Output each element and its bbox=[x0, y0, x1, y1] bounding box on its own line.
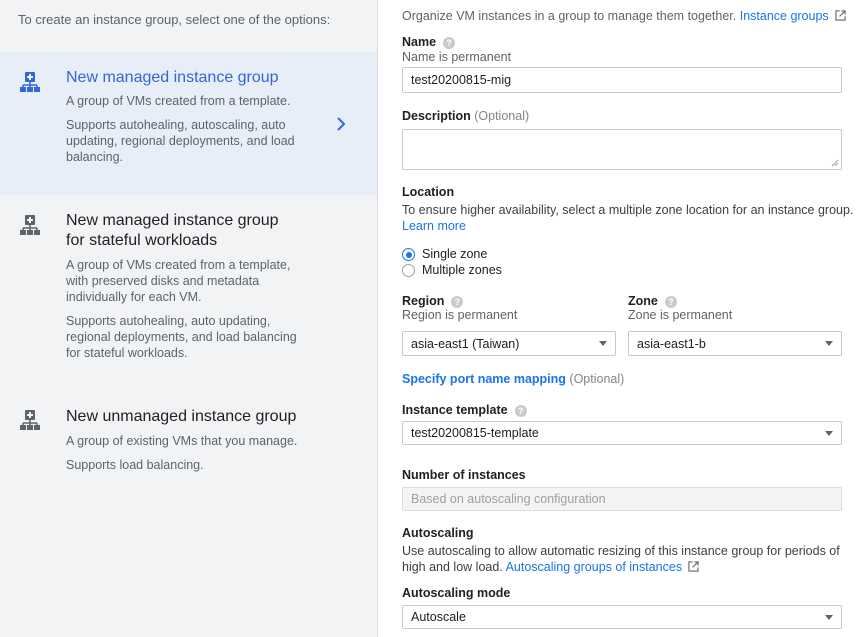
region-select[interactable]: asia-east1 (Taiwan) bbox=[402, 331, 616, 356]
option-title: New managed instance group bbox=[66, 69, 279, 86]
option-description: A group of VMs created from a template, … bbox=[66, 258, 291, 304]
instance-template-label: Instance template? bbox=[402, 403, 527, 417]
dropdown-arrow-icon bbox=[825, 430, 833, 436]
option-title: New managed instance group for stateful … bbox=[66, 212, 279, 249]
instance-group-icon bbox=[20, 215, 40, 235]
num-instances-label: Number of instances bbox=[402, 468, 526, 482]
option-features: Supports autohealing, auto updating, reg… bbox=[66, 314, 297, 360]
help-icon[interactable]: ? bbox=[451, 295, 464, 308]
options-panel: To create an instance group, select one … bbox=[0, 0, 378, 637]
autoscaling-mode-select[interactable]: Autoscale bbox=[402, 605, 842, 629]
option-new-managed-instance-group[interactable]: New managed instance group A group of VM… bbox=[0, 52, 377, 195]
single-zone-radio[interactable] bbox=[402, 248, 415, 261]
location-label: Location bbox=[402, 185, 455, 199]
num-instances-input: Based on autoscaling configuration bbox=[402, 487, 842, 511]
port-mapping-link[interactable]: Specify port name mapping bbox=[402, 372, 566, 386]
name-hint: Name is permanent bbox=[402, 50, 512, 64]
region-label: Region? bbox=[402, 294, 464, 308]
learn-more-link[interactable]: Learn more bbox=[402, 219, 466, 233]
resize-handle-icon[interactable] bbox=[831, 159, 839, 167]
port-mapping-row: Specify port name mapping (Optional) bbox=[402, 372, 625, 386]
instance-group-icon bbox=[20, 72, 40, 92]
external-link-icon bbox=[835, 10, 846, 21]
autoscaling-groups-link[interactable]: Autoscaling groups of instances bbox=[506, 560, 683, 574]
option-description: A group of VMs created from a template. bbox=[66, 94, 291, 108]
option-unmanaged-instance-group[interactable]: New unmanaged instance group A group of … bbox=[0, 390, 377, 490]
create-instance-group-form: Organize VM instances in a group to mana… bbox=[378, 0, 859, 637]
zone-label: Zone? bbox=[628, 294, 677, 308]
help-icon[interactable]: ? bbox=[664, 295, 677, 308]
description-label: Description (Optional) bbox=[402, 109, 530, 123]
option-features: Supports load balancing. bbox=[66, 458, 204, 472]
autoscaling-mode-label: Autoscaling mode bbox=[402, 586, 511, 600]
option-title: New unmanaged instance group bbox=[66, 408, 297, 425]
multiple-zones-radio[interactable] bbox=[402, 264, 415, 277]
instance-group-icon bbox=[20, 410, 40, 430]
name-input[interactable]: test20200815-mig bbox=[402, 67, 842, 93]
option-description: A group of existing VMs that you manage. bbox=[66, 434, 298, 448]
region-hint: Region is permanent bbox=[402, 308, 518, 322]
dropdown-arrow-icon bbox=[825, 614, 833, 620]
zone-select[interactable]: asia-east1-b bbox=[628, 331, 842, 356]
zone-hint: Zone is permanent bbox=[628, 308, 733, 322]
name-label: Name? bbox=[402, 35, 456, 49]
multiple-zones-label[interactable]: Multiple zones bbox=[422, 263, 502, 277]
description-textarea[interactable] bbox=[402, 129, 842, 170]
instance-template-select[interactable]: test20200815-template bbox=[402, 421, 842, 445]
autoscaling-hint-line2: high and low load. Autoscaling groups of… bbox=[402, 560, 699, 574]
options-intro: To create an instance group, select one … bbox=[18, 12, 331, 27]
help-icon[interactable]: ? bbox=[443, 36, 456, 49]
form-intro: Organize VM instances in a group to mana… bbox=[402, 9, 846, 23]
dropdown-arrow-icon bbox=[825, 341, 833, 346]
external-link-icon bbox=[688, 561, 699, 572]
chevron-right-icon bbox=[337, 117, 346, 131]
single-zone-label[interactable]: Single zone bbox=[422, 247, 487, 261]
dropdown-arrow-icon bbox=[599, 341, 607, 346]
option-features: Supports autohealing, autoscaling, auto … bbox=[66, 118, 295, 164]
autoscaling-label: Autoscaling bbox=[402, 526, 474, 540]
option-stateful-managed-instance-group[interactable]: New managed instance group for stateful … bbox=[0, 195, 377, 375]
help-icon[interactable]: ? bbox=[514, 404, 527, 417]
instance-groups-link[interactable]: Instance groups bbox=[740, 9, 829, 23]
autoscaling-hint: Use autoscaling to allow automatic resiz… bbox=[402, 544, 840, 558]
location-hint: To ensure higher availability, select a … bbox=[402, 203, 854, 217]
